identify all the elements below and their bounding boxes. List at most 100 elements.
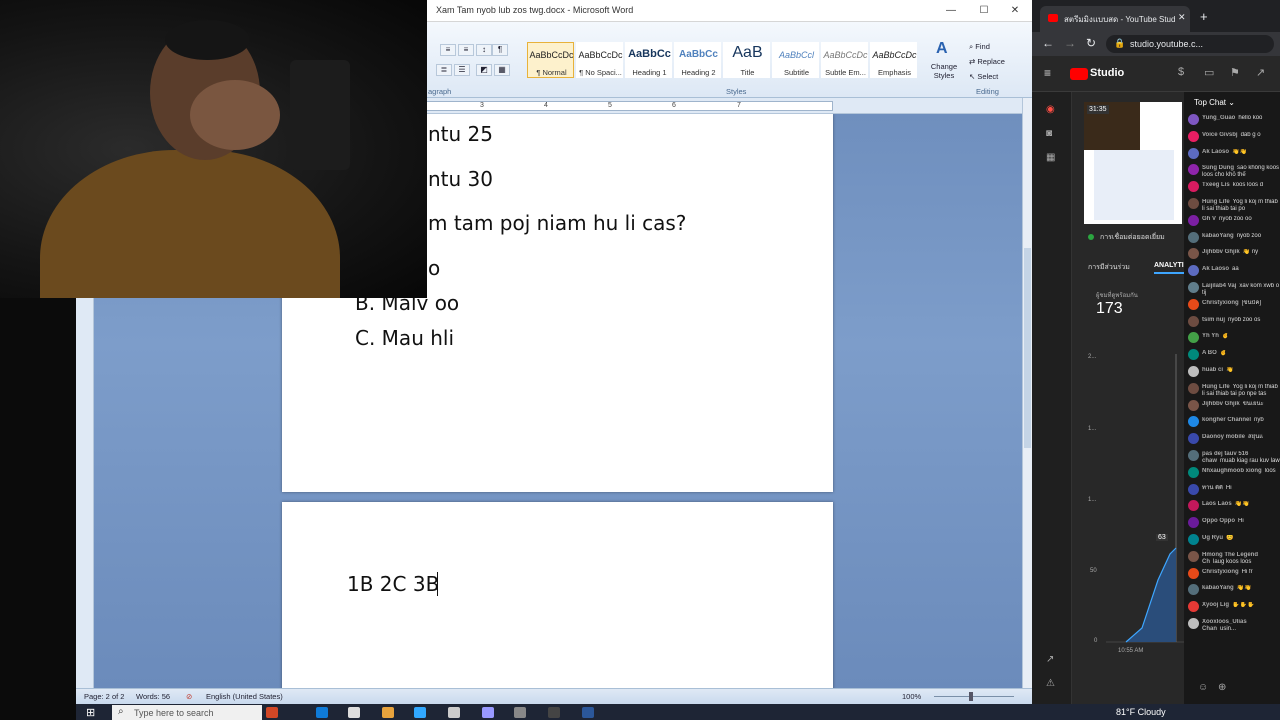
chat-author[interactable]: Ak Laoso [1202,149,1229,155]
avatar[interactable] [1188,483,1199,495]
premiere-icon[interactable] [482,707,494,718]
chat-author[interactable]: Jijhbbv Ghjik [1202,249,1240,255]
url-field[interactable]: 🔒 studio.youtube.c... [1106,35,1274,53]
forward-icon[interactable]: → [1064,36,1076,50]
chrome-icon[interactable] [382,707,394,718]
chat-author[interactable]: Sùng Dung [1202,165,1234,171]
avatar[interactable] [1188,618,1199,629]
share-icon[interactable]: ↗ [1256,66,1265,79]
dollar-icon[interactable]: $ [1178,66,1184,78]
super-chat-icon[interactable]: ⊕ [1218,682,1226,693]
avatar[interactable] [1188,214,1199,226]
report-icon[interactable]: ⚠ [1046,678,1055,689]
avatar[interactable] [1188,282,1199,293]
vertical-scrollbar[interactable] [1022,98,1032,688]
avatar[interactable] [1188,315,1199,327]
camera-icon[interactable]: ◙ [1046,128,1052,139]
style-subtle-emphasis[interactable]: AaBbCcDc Subtle Em... [821,42,868,78]
scrollbar-thumb[interactable] [1024,248,1031,448]
edge-icon[interactable] [316,707,328,718]
live-icon[interactable]: ◉ [1046,104,1055,115]
chat-author[interactable]: Ug Ryu [1202,535,1223,541]
align-right-icon[interactable]: ≡ [458,44,474,56]
avatar[interactable] [1188,332,1199,344]
obs-icon[interactable] [514,707,526,718]
avatar[interactable] [1188,366,1199,377]
find-button[interactable]: ⌕ Find [969,42,990,52]
calendar-icon[interactable]: ▦ [1046,152,1055,163]
zoom-slider[interactable] [934,696,1014,697]
photoshop-icon[interactable] [414,707,426,718]
avatar[interactable] [1188,298,1199,310]
avatar[interactable] [1188,147,1199,159]
avatar[interactable] [1188,601,1199,613]
chat-author[interactable]: Yung_Guao [1202,115,1235,121]
word-taskbar-icon[interactable] [582,707,594,718]
close-button[interactable]: ✕ [1000,3,1030,19]
avatar[interactable] [1188,181,1199,193]
chat-author[interactable]: Laos Laos [1202,501,1232,507]
zoom-level[interactable]: 100% [902,692,921,701]
select-button[interactable]: ↖ Select [969,72,998,81]
chat-author[interactable]: ทาน ตีดี [1202,485,1223,491]
zoom-slider-thumb[interactable] [969,692,973,701]
chat-author[interactable]: kabaoYang [1202,585,1234,591]
avatar[interactable] [1188,550,1199,562]
avatar[interactable] [1188,567,1199,579]
avatar[interactable] [1188,248,1199,260]
chat-author[interactable]: Christyxiong [1202,300,1239,306]
avatar[interactable] [1188,450,1199,461]
avatar[interactable] [1188,382,1199,394]
align-center-icon[interactable]: ≡ [440,44,456,56]
style-subtitle[interactable]: AaBbCcl Subtitle [772,42,819,78]
sort-icon[interactable]: ↕ [476,44,492,56]
chat-mode-selector[interactable]: Top Chat ⌄ [1194,98,1235,107]
maximize-button[interactable]: ☐ [969,3,999,19]
chat-author[interactable]: kongher Channel [1202,417,1251,423]
youtube-logo-icon[interactable] [1070,68,1088,80]
avatar[interactable] [1188,466,1199,478]
monetize-icon[interactable]: ▭ [1204,66,1214,79]
store-icon[interactable] [348,707,360,718]
feedback-icon[interactable]: ⚑ [1230,66,1240,79]
avatar[interactable] [1188,517,1199,529]
avatar[interactable] [1188,399,1199,411]
chat-author[interactable]: Jijhbbv Ghjik [1202,401,1240,407]
reload-icon[interactable]: ↻ [1086,36,1096,50]
avatar[interactable] [1188,164,1199,176]
style-title[interactable]: AaB Title [723,42,770,78]
avatar[interactable] [1188,130,1199,142]
shading-icon[interactable]: ◩ [476,64,492,76]
chat-author[interactable]: huab ci [1202,367,1223,373]
document-page-2[interactable]: 1B 2C 3B [282,502,833,688]
tab-analytics[interactable]: ANALYTICS [1154,262,1184,269]
avatar[interactable] [1188,534,1199,545]
chat-author[interactable]: Txeeg Lis [1202,182,1230,188]
browser-tab[interactable]: สตรีมมิงแบบสด - YouTube Studio ✕ [1040,6,1190,32]
style-normal[interactable]: AaBbCcDc ¶ Normal [527,42,574,78]
chat-author[interactable]: Hùng Life [1202,199,1230,205]
emoji-icon[interactable]: ☺ [1198,682,1208,693]
style-heading-2[interactable]: AaBbCc Heading 2 [674,42,721,78]
media-icon[interactable] [548,707,560,718]
avatar[interactable] [1188,198,1199,209]
chat-author[interactable]: tsim nuj [1202,317,1225,323]
back-icon[interactable]: ← [1042,36,1054,50]
chat-author[interactable]: Xyooj Lig [1202,602,1229,608]
menu-icon[interactable]: ≡ [1044,66,1051,80]
chat-author[interactable]: Ak Laoso [1202,266,1229,272]
tab-close-icon[interactable]: ✕ [1178,12,1186,23]
new-tab-icon[interactable]: + [1200,9,1208,24]
language-indicator[interactable]: English (United States) [206,692,283,701]
style-emphasis[interactable]: AaBbCcDc Emphasis [870,42,917,78]
chat-author[interactable]: Christyxiong [1202,569,1239,575]
style-no-spacing[interactable]: AaBbCcDc ¶ No Spaci... [576,42,623,78]
weather-widget[interactable]: 81°F Cloudy [1116,707,1166,717]
tab-engagement[interactable]: การมีส่วนร่วม [1088,262,1130,273]
chat-author[interactable]: Oppo Oppo [1202,518,1235,524]
chat-author[interactable]: Voice Givsbj [1202,132,1238,138]
style-heading-1[interactable]: AaBbCc Heading 1 [625,42,672,78]
stream-preview[interactable]: 31:35 [1084,102,1182,224]
avatar[interactable] [1188,114,1199,125]
chat-author[interactable]: A BO [1202,350,1217,356]
